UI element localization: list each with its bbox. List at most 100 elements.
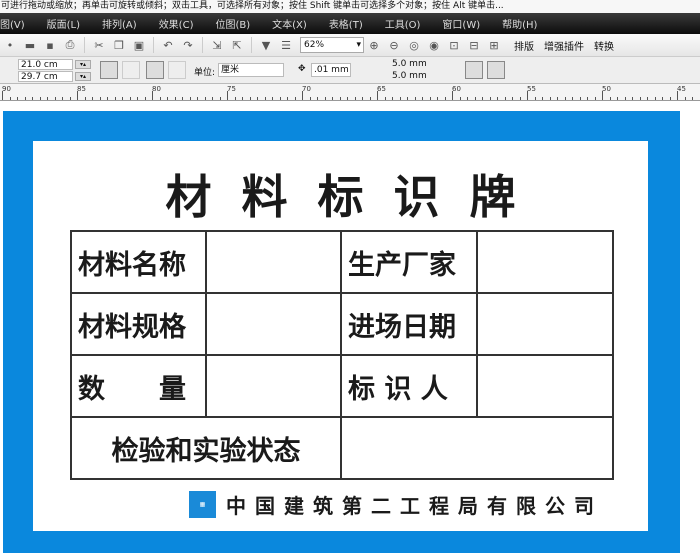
- menu-arrange[interactable]: 排列(A): [102, 16, 137, 31]
- menu-layout[interactable]: 版面(L): [47, 16, 80, 31]
- zoom-out-icon[interactable]: ⊖: [384, 39, 404, 52]
- publish-icon[interactable]: ▼: [256, 39, 276, 52]
- ruler-tick: [542, 97, 543, 100]
- ruler-tick: [639, 97, 641, 100]
- value-cell: [476, 230, 614, 294]
- draw-bounding-button[interactable]: [487, 61, 505, 79]
- label-cell: 进场日期: [340, 292, 478, 356]
- treat-as-filled-button[interactable]: [465, 61, 483, 79]
- zoom-height-icon[interactable]: ⊞: [484, 39, 504, 52]
- ruler-tick: [692, 97, 693, 100]
- menu-table[interactable]: 表格(T): [329, 16, 363, 31]
- ruler-tick: [182, 97, 183, 100]
- ruler-label: 60: [452, 85, 461, 93]
- ruler-tick: [152, 91, 153, 100]
- ruler-tick: [617, 97, 618, 100]
- sign-table: 材料名称 生产厂家 材料规格 进场日期 数 量 标 识 人 检验和实验状态: [70, 230, 614, 480]
- import-icon[interactable]: ⇲: [207, 39, 227, 52]
- ruler-tick: [227, 91, 228, 100]
- ruler-tick: [137, 97, 138, 100]
- options-icon[interactable]: ☰: [276, 39, 296, 52]
- duplicate-x-input[interactable]: 5.0 mm: [390, 59, 442, 70]
- menu-text[interactable]: 文本(X): [272, 16, 307, 31]
- ruler-tick: [647, 97, 648, 100]
- ruler-tick: [167, 97, 168, 100]
- table-row: 检验和实验状态: [70, 416, 614, 480]
- menu-tools[interactable]: 工具(O): [385, 16, 421, 31]
- unit-select[interactable]: 厘米: [218, 63, 284, 77]
- zoom-width-icon[interactable]: ⊟: [464, 39, 484, 52]
- zoom-all-icon[interactable]: ◉: [424, 39, 444, 52]
- ruler-tick: [602, 91, 603, 100]
- copy-icon[interactable]: ❐: [109, 39, 129, 52]
- cut-icon[interactable]: ✂: [89, 39, 109, 52]
- ruler-tick: [669, 97, 671, 100]
- ruler-tick: [212, 97, 213, 100]
- current-page-button[interactable]: [168, 61, 186, 79]
- value-cell: [205, 230, 342, 294]
- enhance-plugin-button[interactable]: 增强插件: [544, 38, 584, 53]
- ruler-tick: [257, 97, 258, 100]
- ruler-tick: [609, 97, 611, 100]
- landscape-button[interactable]: [122, 61, 140, 79]
- ruler-tick: [377, 91, 378, 100]
- ruler-tick: [32, 97, 33, 100]
- width-spinner[interactable]: ▾▴: [75, 60, 91, 69]
- ruler-tick: [309, 97, 311, 100]
- portrait-button[interactable]: [100, 61, 118, 79]
- ruler-tick: [54, 97, 56, 100]
- ruler-tick: [489, 97, 491, 100]
- nudge-input[interactable]: .01 mm: [311, 63, 351, 77]
- menu-help[interactable]: 帮助(H): [502, 16, 537, 31]
- value-cell: [205, 292, 342, 356]
- save-icon[interactable]: ▪: [40, 39, 60, 52]
- menu-window[interactable]: 窗口(W): [442, 16, 480, 31]
- property-bar: 21.0 cm 29.7 cm ▾▴ ▾▴ 单位: 厘米 ✥ .01 mm 5.…: [0, 57, 700, 84]
- zoom-level-select[interactable]: 62%: [300, 37, 364, 53]
- horizontal-ruler[interactable]: 90 85 80 75 70 65 60 55 50 45: [0, 84, 700, 101]
- ruler-tick: [84, 97, 86, 100]
- ruler-tick: [399, 97, 401, 100]
- page-height-input[interactable]: 29.7 cm: [18, 71, 73, 82]
- redo-icon[interactable]: ↷: [178, 39, 198, 52]
- zoom-in-icon[interactable]: ⊕: [364, 39, 384, 52]
- ruler-tick: [122, 97, 123, 100]
- ruler-tick: [69, 97, 71, 100]
- ruler-tick: [47, 97, 48, 100]
- ruler-tick: [129, 97, 131, 100]
- page-width-input[interactable]: 21.0 cm: [18, 59, 73, 70]
- print-icon[interactable]: ⎙: [60, 38, 80, 52]
- menu-bitmaps[interactable]: 位图(B): [215, 16, 250, 31]
- ruler-tick: [317, 97, 318, 100]
- ruler-label: 55: [527, 85, 536, 93]
- ruler-tick: [579, 97, 581, 100]
- ruler-tick: [347, 97, 348, 100]
- sign-board: 材料标识牌 材料名称 生产厂家 材料规格 进场日期 数 量 标 识 人 检验和实…: [33, 141, 648, 531]
- ruler-tick: [384, 97, 386, 100]
- ruler-tick: [452, 91, 453, 100]
- open-icon[interactable]: ▬: [20, 39, 40, 52]
- height-spinner[interactable]: ▾▴: [75, 72, 91, 81]
- ruler-tick: [264, 97, 266, 100]
- menu-effects[interactable]: 效果(C): [159, 16, 194, 31]
- value-cell: [205, 354, 342, 418]
- ruler-tick: [459, 97, 461, 100]
- all-pages-button[interactable]: [146, 61, 164, 79]
- ruler-tick: [557, 97, 558, 100]
- export-icon[interactable]: ⇱: [227, 39, 247, 52]
- new-icon[interactable]: •: [0, 39, 20, 52]
- duplicate-y-input[interactable]: 5.0 mm: [390, 71, 442, 82]
- zoom-page-icon[interactable]: ⊡: [444, 39, 464, 52]
- zoom-selected-icon[interactable]: ◎: [404, 39, 424, 52]
- ruler-tick: [302, 91, 303, 100]
- ruler-tick: [684, 97, 686, 100]
- convert-button[interactable]: 转换: [594, 38, 614, 53]
- ruler-tick: [474, 97, 476, 100]
- ruler-tick: [414, 97, 416, 100]
- paste-icon[interactable]: ▣: [129, 39, 149, 52]
- ruler-label: 70: [302, 85, 311, 93]
- undo-icon[interactable]: ↶: [158, 39, 178, 52]
- layout-plugin-button[interactable]: 排版: [514, 38, 534, 53]
- ruler-tick: [174, 97, 176, 100]
- menu-view[interactable]: 图(V): [0, 16, 25, 31]
